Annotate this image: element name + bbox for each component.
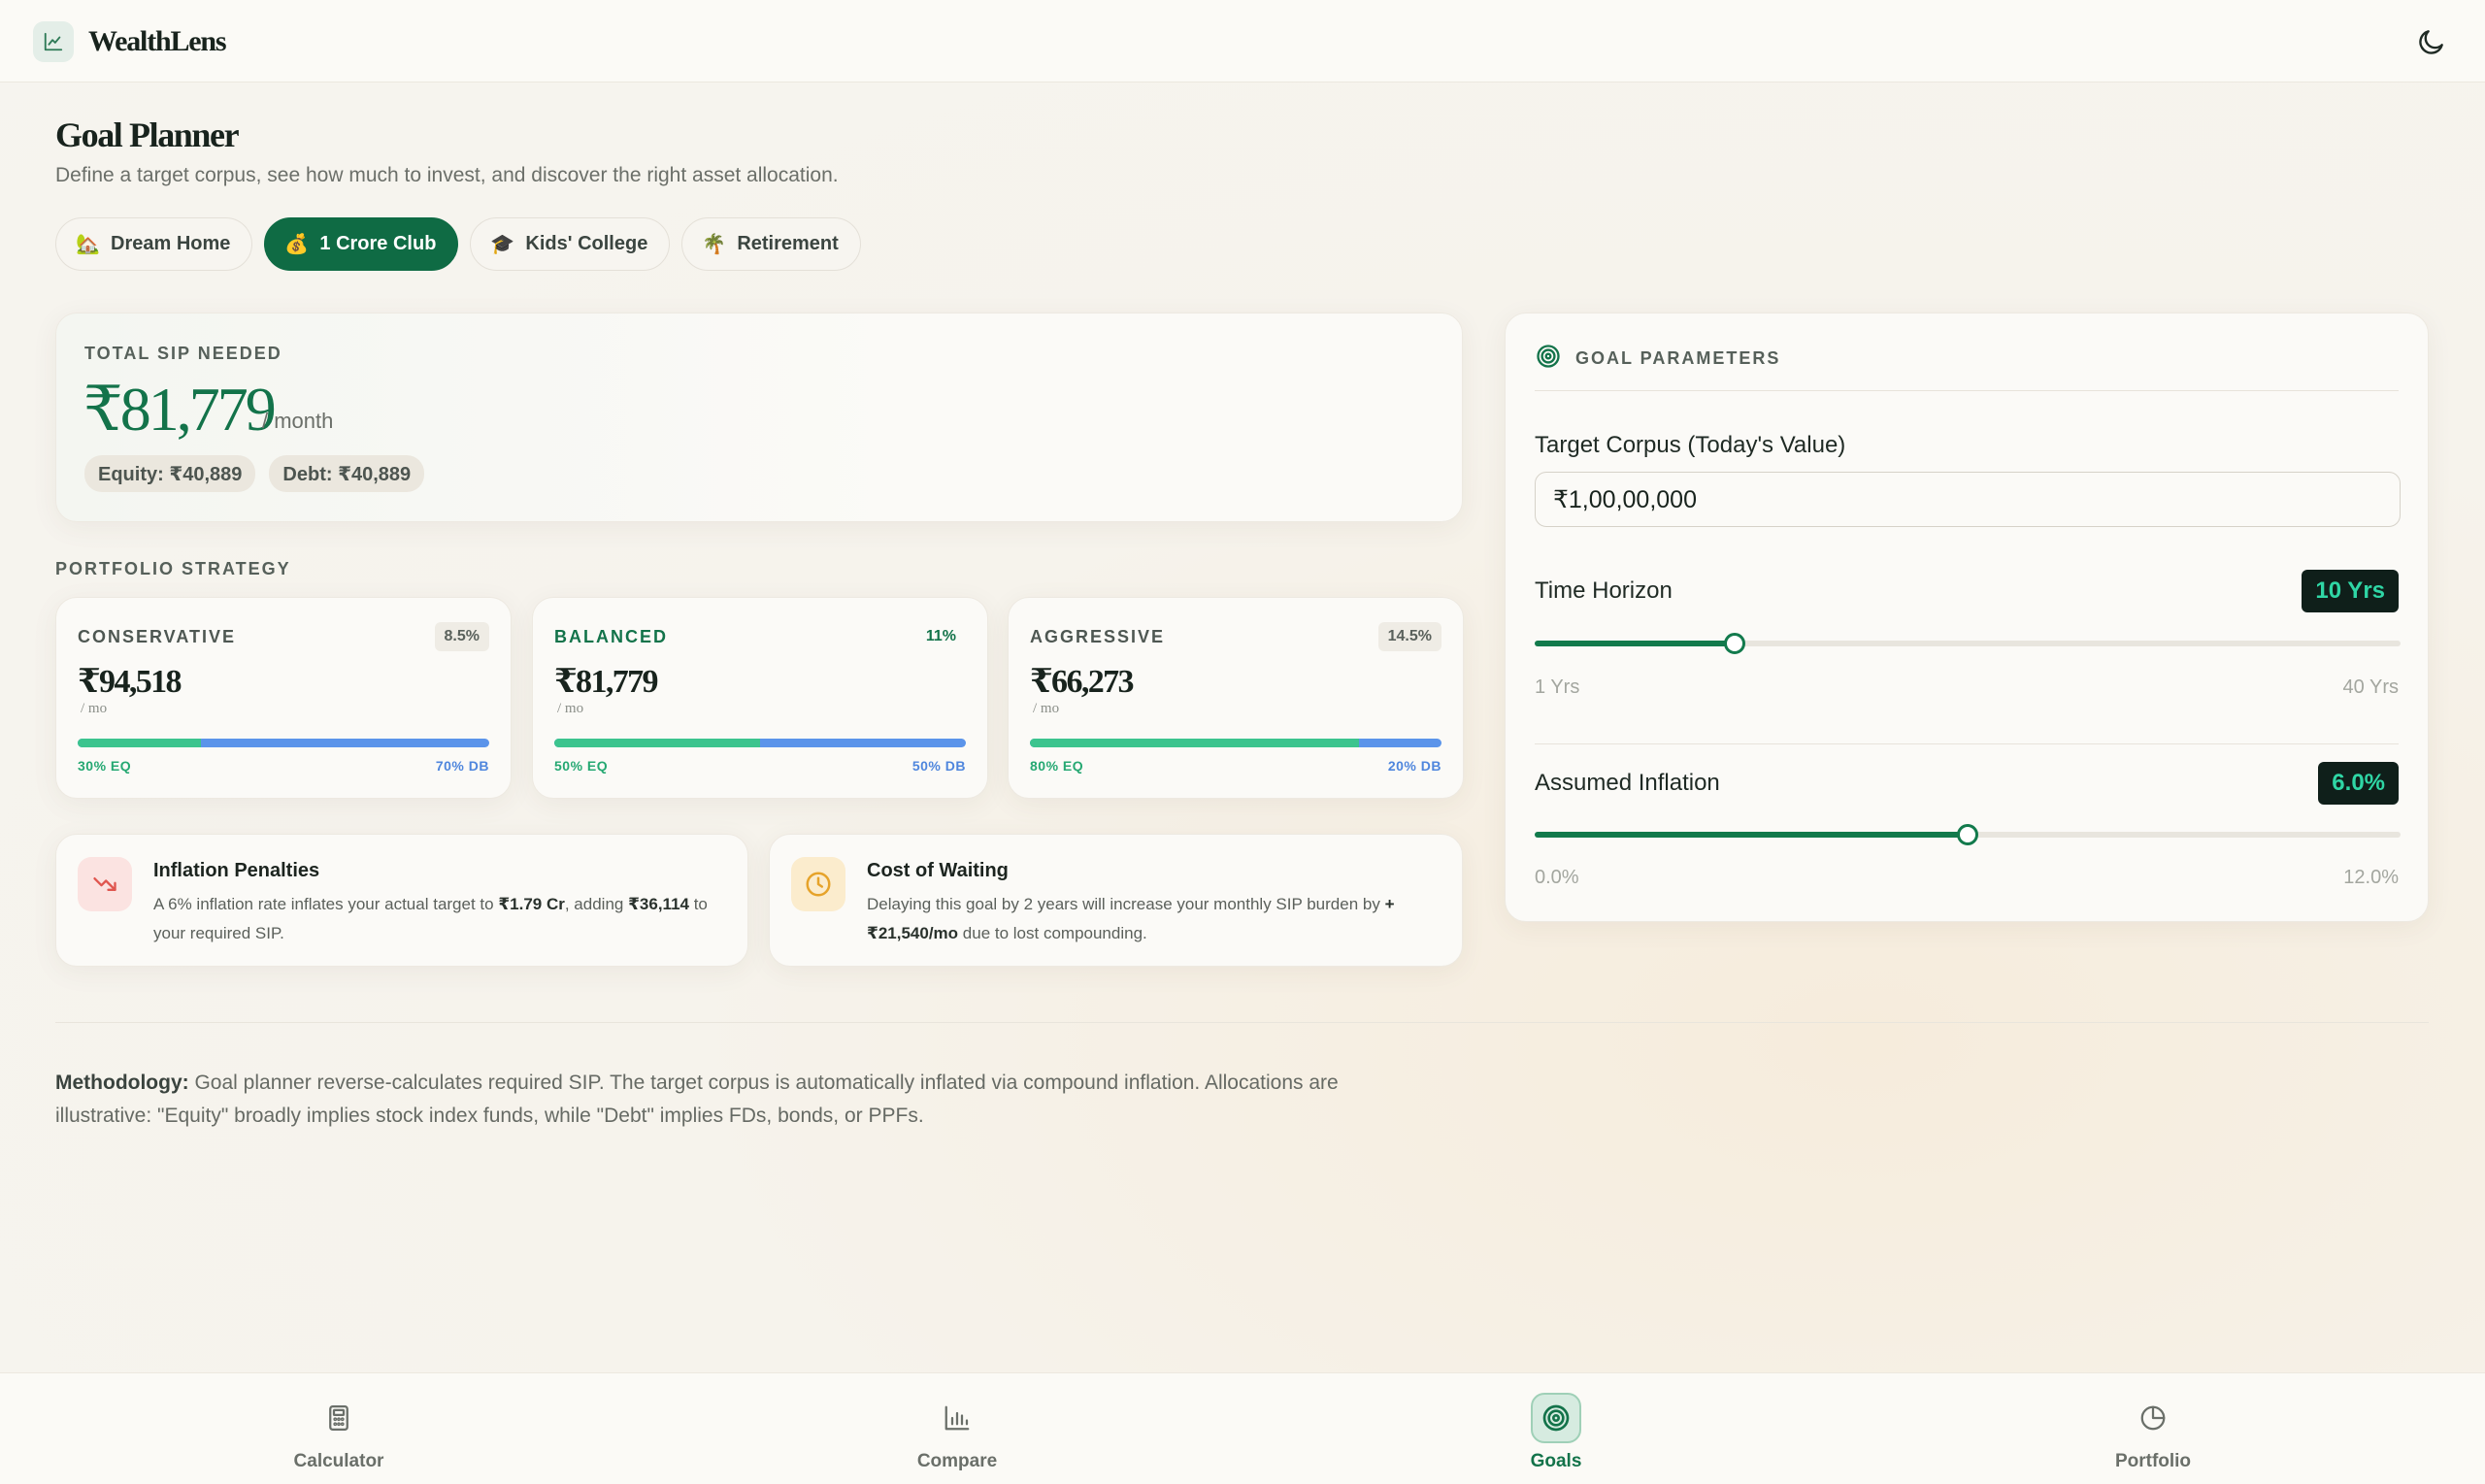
strategy-name: CONSERVATIVE <box>78 627 237 646</box>
equity-fill <box>1030 739 1360 747</box>
debt-label: 50% DB <box>911 758 966 774</box>
params-title: GOAL PARAMETERS <box>1575 348 1781 368</box>
nav-label: Compare <box>916 1451 998 1471</box>
goal-parameters-panel: GOAL PARAMETERS Target Corpus (Today's V… <box>1505 313 2429 922</box>
debt-label: 20% DB <box>1387 758 1441 774</box>
slider-thumb[interactable] <box>1723 633 1745 654</box>
nav-portfolio[interactable]: Portfolio <box>2056 1393 2250 1472</box>
moon-icon[interactable] <box>2413 23 2450 60</box>
app-logo-text[interactable]: WealthLens <box>88 25 227 58</box>
preset-label: Kids' College <box>525 233 648 254</box>
nav-goals[interactable]: Goals <box>1459 1393 1653 1472</box>
nav-compare[interactable]: Compare <box>860 1393 1054 1472</box>
strategy-card-conservative[interactable]: CONSERVATIVE 8.5% ₹94,518 / mo 30% EQ 70… <box>55 597 512 799</box>
strategy-period: / mo <box>1033 701 1060 716</box>
equity-label: 30% EQ <box>78 758 132 774</box>
preset-label: 1 Crore Club <box>319 233 437 254</box>
sip-label: TOTAL SIP NEEDED <box>84 344 282 363</box>
strategy-name: AGGRESSIVE <box>1030 627 1166 646</box>
calculator-icon <box>314 1393 364 1443</box>
time-horizon-slider[interactable] <box>1535 633 2401 654</box>
allocation-bar <box>1030 739 1441 747</box>
methodology-note: Methodology: Goal planner reverse-calcul… <box>55 1072 1339 1127</box>
debt-label: 70% DB <box>435 758 489 774</box>
graduation-cap-icon: 🎓 <box>490 234 515 255</box>
inflation-penalties-card: Inflation Penalties A 6% inflation rate … <box>55 834 748 967</box>
cost-of-waiting-card: Cost of Waiting Delaying this goal by 2 … <box>769 834 1463 967</box>
money-bag-icon: 💰 <box>284 234 310 255</box>
nav-calculator[interactable]: Calculator <box>242 1393 436 1472</box>
house-icon: 🏡 <box>76 234 100 255</box>
strategy-amount: ₹81,779 <box>554 664 659 700</box>
allocation-bar <box>78 739 489 747</box>
slider-fill <box>1535 641 1735 646</box>
strategy-heading: PORTFOLIO STRATEGY <box>55 559 291 578</box>
insight-title: Cost of Waiting <box>867 860 1009 881</box>
strategy-rate-badge: 11% <box>925 628 956 644</box>
inflation-label: Assumed Inflation <box>1535 770 1720 796</box>
nav-label: Goals <box>1530 1451 1582 1471</box>
divider <box>1535 390 2399 391</box>
slider-thumb[interactable] <box>1957 824 1978 845</box>
bar-chart-icon <box>932 1393 982 1443</box>
strategy-card-aggressive[interactable]: AGGRESSIVE 14.5% ₹66,273 / mo 80% EQ 20%… <box>1008 597 1464 799</box>
nav-label: Calculator <box>293 1451 384 1471</box>
pie-chart-icon <box>2128 1393 2178 1443</box>
time-horizon-value-badge: 10 Yrs <box>2302 570 2399 612</box>
insight-text: A 6% inflation rate inflates your actual… <box>153 895 708 942</box>
equity-split-badge: Equity: ₹40,889 <box>84 455 256 492</box>
strategy-amount: ₹94,518 <box>78 664 182 700</box>
top-bar: WealthLens <box>0 0 2485 82</box>
range-min-label: 1 Yrs <box>1535 676 1580 698</box>
chart-line-icon <box>33 21 74 62</box>
sip-amount: ₹81,779 <box>83 375 277 444</box>
equity-label: 80% EQ <box>1030 758 1084 774</box>
preset-kids-college[interactable]: 🎓 Kids' College <box>470 217 671 271</box>
range-min-label: 0.0% <box>1535 867 1579 888</box>
target-icon <box>1531 1393 1581 1443</box>
strategy-amount: ₹66,273 <box>1030 664 1135 700</box>
debt-split-badge: Debt: ₹40,889 <box>269 455 425 492</box>
strategy-card-balanced[interactable]: BALANCED 11% ₹81,779 / mo 50% EQ 50% DB <box>532 597 988 799</box>
equity-fill <box>78 739 202 747</box>
preset-dream-home[interactable]: 🏡 Dream Home <box>55 217 253 271</box>
preset-label: Retirement <box>737 233 839 254</box>
goal-preset-chips: 🏡 Dream Home 💰 1 Crore Club 🎓 Kids' Coll… <box>55 217 861 271</box>
palm-tree-icon: 🌴 <box>702 234 727 255</box>
strategy-period: / mo <box>81 701 108 716</box>
preset-1-crore-club[interactable]: 💰 1 Crore Club <box>264 217 459 271</box>
insight-title: Inflation Penalties <box>153 860 320 881</box>
time-horizon-label: Time Horizon <box>1535 577 1673 604</box>
section-divider <box>55 1022 2429 1023</box>
range-max-label: 12.0% <box>2343 867 2399 888</box>
slider-fill <box>1535 832 1968 838</box>
range-max-label: 40 Yrs <box>2342 676 2399 698</box>
total-sip-card: TOTAL SIP NEEDED ₹81,779 / month Equity:… <box>55 313 1463 522</box>
inflation-value-badge: 6.0% <box>2318 762 2399 805</box>
trending-down-icon <box>78 857 132 911</box>
equity-fill <box>554 739 760 747</box>
strategy-name: BALANCED <box>554 627 668 646</box>
clock-icon <box>791 857 845 911</box>
insight-text: Delaying this goal by 2 years will incre… <box>867 895 1395 942</box>
bottom-navigation: Calculator Compare Goals Portfolio <box>0 1372 2485 1484</box>
strategy-rate-badge: 14.5% <box>1377 622 1441 651</box>
target-corpus-input[interactable] <box>1535 472 2401 527</box>
corpus-label: Target Corpus (Today's Value) <box>1535 432 1846 458</box>
page-title: Goal Planner <box>55 115 240 154</box>
strategy-rate-badge: 8.5% <box>434 622 489 651</box>
inflation-slider[interactable] <box>1535 824 2401 845</box>
allocation-bar <box>554 739 966 747</box>
strategy-period: / mo <box>557 701 584 716</box>
sip-period: / month <box>262 409 334 433</box>
divider <box>1535 743 2399 744</box>
equity-label: 50% EQ <box>554 758 609 774</box>
nav-label: Portfolio <box>2114 1451 2192 1471</box>
page-subtitle: Define a target corpus, see how much to … <box>55 164 839 186</box>
target-icon <box>1535 343 1562 375</box>
preset-retirement[interactable]: 🌴 Retirement <box>681 217 861 271</box>
preset-label: Dream Home <box>111 233 231 254</box>
